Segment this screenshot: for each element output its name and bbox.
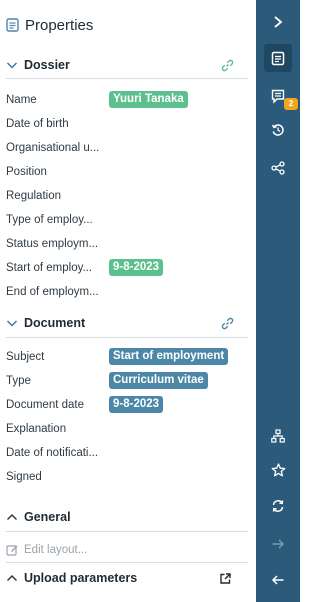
field-value-chip[interactable]: 9-8-2023 xyxy=(109,396,164,413)
next-button[interactable] xyxy=(264,530,292,558)
field-row: Date of notificati... xyxy=(6,443,250,463)
properties-panel: Properties Dossier Name Yuuri Tanaka Dat… xyxy=(0,0,256,602)
document-icon xyxy=(271,51,285,65)
divider xyxy=(6,78,248,79)
share-button[interactable] xyxy=(264,154,292,182)
star-icon xyxy=(271,463,285,477)
chevron-up-icon xyxy=(6,513,18,521)
field-label: Document date xyxy=(6,399,84,411)
collapse-panel-button[interactable] xyxy=(264,8,292,36)
field-row: Name Yuuri Tanaka xyxy=(6,90,250,110)
field-value-chip[interactable]: Start of employment xyxy=(109,348,229,365)
field-label: Organisational u... xyxy=(6,142,100,154)
field-label: Date of notificati... xyxy=(6,447,99,459)
field-row: Explanation xyxy=(6,419,250,439)
section-title: Upload parameters xyxy=(24,571,138,585)
field-row: Organisational u... xyxy=(6,138,250,158)
refresh-button[interactable] xyxy=(264,492,292,520)
arrow-left-icon xyxy=(271,575,284,585)
divider xyxy=(6,337,248,338)
edit-layout-label: Edit layout... xyxy=(24,544,88,556)
field-label: Status employm... xyxy=(6,238,99,250)
external-link-icon[interactable] xyxy=(219,572,232,585)
section-title: Document xyxy=(24,316,86,330)
section-title: General xyxy=(24,510,71,524)
chevron-up-icon xyxy=(6,574,18,582)
field-row: Start of employ... 9-8-2023 xyxy=(6,258,250,278)
field-row: Signed xyxy=(6,467,250,487)
panel-header: Properties xyxy=(6,14,93,36)
back-button[interactable] xyxy=(264,566,292,594)
arrow-right-icon xyxy=(272,539,284,549)
field-label: Explanation xyxy=(6,423,67,435)
field-row: Subject Start of employment xyxy=(6,347,250,367)
share-icon xyxy=(271,161,285,175)
page-title: Properties xyxy=(25,16,94,34)
field-label: Regulation xyxy=(6,190,61,202)
note-icon xyxy=(271,89,285,104)
field-label: Type xyxy=(6,375,31,387)
hierarchy-icon xyxy=(271,429,285,443)
field-row: Type of employ... xyxy=(6,210,250,230)
field-value-chip[interactable]: Curriculum vitae xyxy=(109,372,208,389)
divider xyxy=(6,562,248,563)
field-label: Signed xyxy=(6,471,42,483)
chevron-down-icon xyxy=(6,62,18,69)
structure-button[interactable] xyxy=(264,422,292,450)
field-row: Regulation xyxy=(6,186,250,206)
right-toolbar xyxy=(256,0,300,602)
field-label: Subject xyxy=(6,351,45,363)
field-label: Name xyxy=(6,94,37,106)
field-row: Position xyxy=(6,162,250,182)
divider xyxy=(6,531,248,532)
field-label: Type of employ... xyxy=(6,214,93,226)
link-icon[interactable] xyxy=(221,59,234,72)
document-icon xyxy=(6,18,19,32)
history-icon xyxy=(271,124,284,136)
link-icon[interactable] xyxy=(221,317,234,330)
favorite-button[interactable] xyxy=(264,456,292,484)
field-row: Date of birth xyxy=(6,114,250,134)
section-header-document[interactable]: Document xyxy=(0,312,248,334)
field-row: Document date 9-8-2023 xyxy=(6,395,250,415)
edit-icon xyxy=(6,544,18,556)
properties-tab-button[interactable] xyxy=(264,44,292,72)
notes-count-badge: 2 xyxy=(284,98,298,110)
field-value-chip[interactable]: Yuuri Tanaka xyxy=(109,91,188,108)
field-row: Status employm... xyxy=(6,234,250,254)
history-button[interactable] xyxy=(264,116,292,144)
section-title: Dossier xyxy=(24,58,70,72)
edit-layout-button[interactable]: Edit layout... xyxy=(6,542,87,558)
refresh-icon xyxy=(272,500,284,512)
field-label: Position xyxy=(6,166,47,178)
field-row: Type Curriculum vitae xyxy=(6,371,250,391)
section-header-dossier[interactable]: Dossier xyxy=(0,54,248,76)
chevron-right-icon xyxy=(274,16,283,28)
field-row: End of employm... xyxy=(6,282,250,302)
field-label: End of employm... xyxy=(6,286,99,298)
chevron-down-icon xyxy=(6,320,18,327)
field-label: Date of birth xyxy=(6,118,69,130)
section-header-upload[interactable]: Upload parameters xyxy=(0,567,248,589)
field-value-chip[interactable]: 9-8-2023 xyxy=(109,259,164,276)
field-label: Start of employ... xyxy=(6,262,93,274)
section-header-general[interactable]: General xyxy=(0,506,248,528)
